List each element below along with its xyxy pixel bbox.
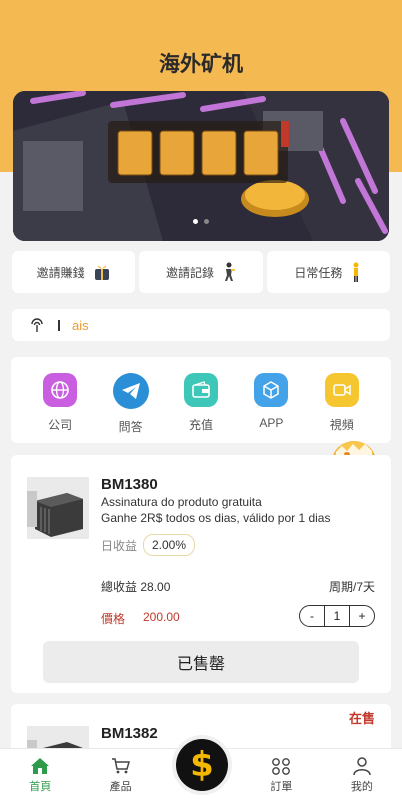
quick-link-invite-records[interactable]: 邀請記錄 bbox=[139, 251, 263, 293]
tab-profile[interactable]: 我的 bbox=[322, 749, 402, 801]
tab-label: 產品 bbox=[109, 780, 132, 793]
quick-link-label: 日常任務 bbox=[294, 265, 343, 280]
menu-item-recharge[interactable]: 充值 bbox=[175, 373, 227, 443]
product-name: BM1382 bbox=[101, 725, 158, 742]
globe-icon bbox=[43, 373, 78, 407]
person-icon bbox=[225, 262, 235, 281]
total-income: 總收益 28.00 bbox=[101, 578, 170, 595]
quick-link-invite-earn[interactable]: 邀請賺錢 bbox=[12, 251, 136, 293]
quantity-value[interactable]: 1 bbox=[324, 606, 350, 626]
telegram-icon bbox=[112, 373, 149, 409]
notice-bar[interactable]: ais bbox=[12, 309, 390, 341]
menu-item-faq[interactable]: 問答 bbox=[105, 373, 157, 443]
product-description: Assinatura do produto gratuita Ganhe 2R$… bbox=[101, 494, 330, 526]
tab-orders[interactable]: 訂單 bbox=[241, 749, 321, 801]
menu-item-label: APP bbox=[259, 416, 284, 430]
product-name: BM1380 bbox=[101, 476, 158, 493]
product-image bbox=[27, 477, 89, 539]
menu-item-label: 公司 bbox=[48, 418, 73, 432]
menu-item-label: 問答 bbox=[118, 420, 143, 434]
quick-links: 邀請賺錢 邀請記錄 日常任務 bbox=[12, 251, 390, 293]
daily-rate-label: 日收益 bbox=[101, 539, 138, 553]
product-desc-line: Ganhe 2R$ todos os dias, válido por 1 di… bbox=[101, 511, 331, 525]
price-label: 價格 bbox=[101, 612, 126, 626]
user-icon bbox=[353, 756, 371, 775]
menu-item-company[interactable]: 公司 bbox=[34, 373, 86, 443]
quick-link-daily-tasks[interactable]: 日常任務 bbox=[266, 251, 390, 293]
broadcast-icon bbox=[31, 318, 43, 332]
total-income-value: 28.00 bbox=[140, 580, 171, 594]
carousel-dot[interactable] bbox=[204, 219, 209, 224]
cube-icon bbox=[254, 373, 289, 407]
total-income-label: 總收益 bbox=[101, 580, 138, 594]
tab-label: 我的 bbox=[350, 780, 373, 793]
product-card: BM1380 Assinatura do produto gratuita Ga… bbox=[11, 455, 391, 693]
page-title: 海外矿机 bbox=[159, 53, 243, 76]
cart-icon bbox=[111, 757, 130, 773]
home-icon bbox=[31, 757, 50, 774]
product-desc-line: Assinatura do produto gratuita bbox=[101, 495, 262, 509]
menu-item-label: 充值 bbox=[188, 418, 213, 432]
video-icon bbox=[324, 373, 359, 407]
tab-products[interactable]: 產品 bbox=[80, 749, 160, 801]
service-menu: 公司 問答 充值 APP 視頻 bbox=[11, 357, 391, 443]
banner-carousel[interactable] bbox=[13, 91, 389, 241]
product-status: 在售 bbox=[348, 711, 375, 726]
tab-home[interactable]: 首頁 bbox=[0, 749, 80, 801]
menu-item-label: 視頻 bbox=[329, 418, 354, 432]
gift-icon bbox=[94, 265, 109, 280]
sold-out-button[interactable]: 已售罄 bbox=[43, 641, 359, 683]
daily-rate-badge: 2.00% bbox=[143, 534, 196, 556]
price-value: 200.00 bbox=[143, 610, 180, 624]
quick-link-label: 邀請賺錢 bbox=[36, 265, 85, 280]
orders-icon bbox=[272, 757, 291, 775]
wallet-icon bbox=[183, 373, 218, 407]
dollar-icon[interactable]: $ bbox=[176, 739, 228, 791]
tab-label: 首頁 bbox=[29, 780, 52, 793]
period-label: 周期/7天 bbox=[328, 580, 375, 594]
menu-item-app[interactable]: APP bbox=[245, 373, 297, 443]
task-icon bbox=[353, 262, 359, 282]
notice-divider bbox=[58, 319, 60, 331]
increment-button[interactable]: + bbox=[350, 606, 374, 626]
carousel-dots bbox=[13, 211, 389, 229]
carousel-dot[interactable] bbox=[193, 219, 198, 224]
decrement-button[interactable]: - bbox=[300, 606, 324, 626]
notice-text: ais bbox=[72, 317, 89, 333]
quick-link-label: 邀請記錄 bbox=[165, 265, 214, 280]
center-symbol: $ bbox=[190, 745, 214, 785]
tab-label: 訂單 bbox=[270, 780, 293, 793]
quantity-stepper: - 1 + bbox=[299, 605, 375, 627]
